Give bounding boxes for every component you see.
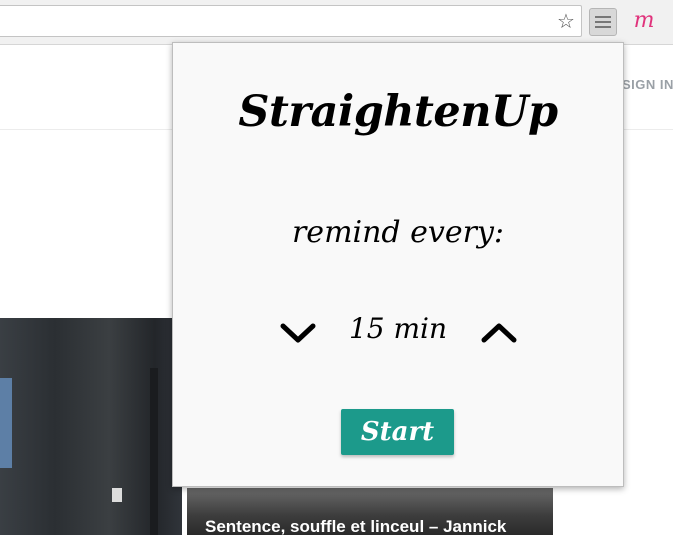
popup-title: StraightenUp [238, 87, 558, 137]
browser-toolbar: ☆ m [0, 0, 673, 45]
address-bar[interactable] [0, 5, 582, 37]
m-extension-icon[interactable]: m [630, 6, 658, 36]
straightenup-extension-icon[interactable] [589, 8, 617, 36]
article-image-left[interactable] [0, 318, 182, 535]
remind-label: remind every: [291, 215, 505, 250]
decrease-interval-button[interactable] [278, 318, 318, 348]
article-caption[interactable]: Sentence, souffle et linceul – Jannick [205, 517, 506, 537]
sign-in-link[interactable]: SIGN IN [622, 77, 673, 92]
chevron-up-icon [481, 323, 517, 343]
extension-popup: StraightenUp remind every: 15 min Start [172, 42, 624, 487]
star-icon[interactable]: ☆ [554, 9, 578, 33]
interval-value: 15 min [348, 312, 448, 345]
chevron-down-icon [280, 323, 316, 343]
increase-interval-button[interactable] [479, 318, 519, 348]
start-button[interactable]: Start [341, 409, 454, 455]
